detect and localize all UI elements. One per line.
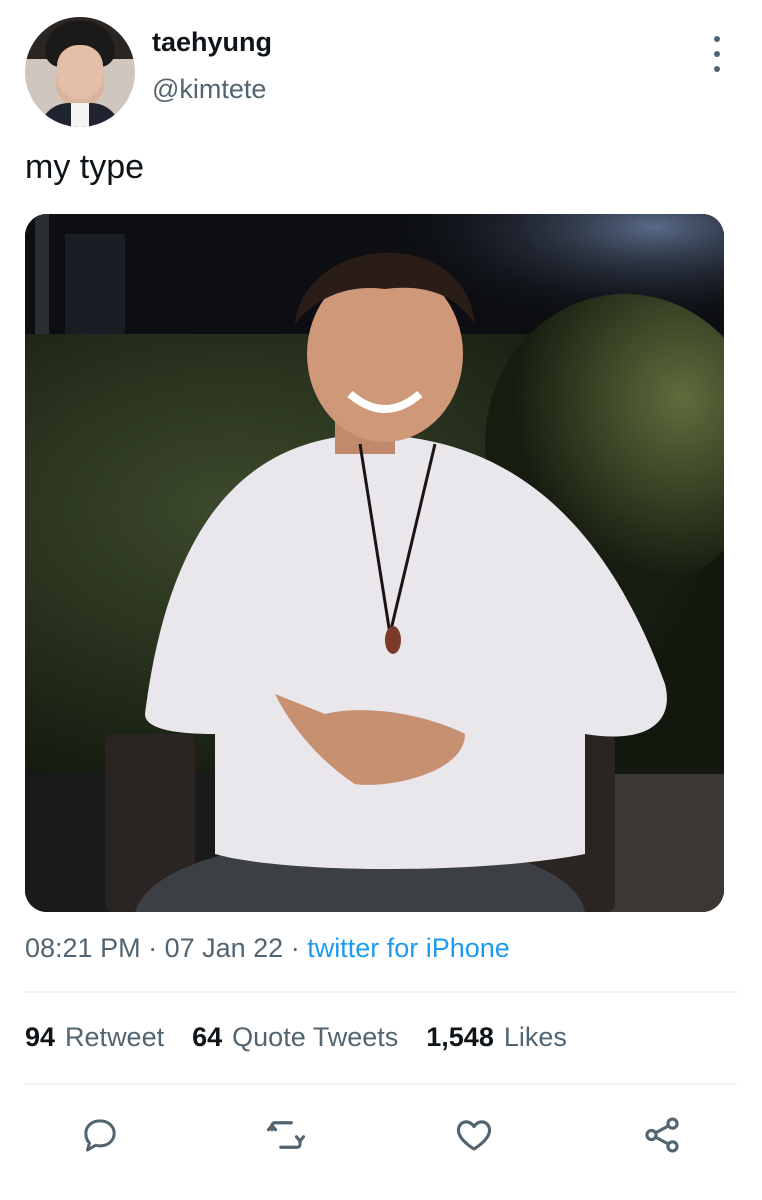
tweet-text: my type [25, 148, 145, 186]
author-handle[interactable]: @kimtete [152, 74, 266, 105]
likes-count: 1,548 [426, 1022, 494, 1052]
likes-stat[interactable]: 1,548 Likes [426, 1022, 567, 1053]
more-vertical-icon[interactable] [705, 36, 729, 72]
retweet-icon[interactable] [263, 1112, 309, 1158]
tweet-photo[interactable] [25, 214, 724, 912]
tweet-stats: 94 Retweet 64 Quote Tweets 1,548 Likes [25, 1022, 567, 1053]
heart-icon[interactable] [451, 1112, 497, 1158]
quotes-stat[interactable]: 64 Quote Tweets [192, 1022, 398, 1053]
reply-icon[interactable] [77, 1112, 123, 1158]
avatar[interactable] [25, 17, 135, 127]
tweet-timestamp[interactable]: 08:21 PM · 07 Jan 22 · twitter for iPhon… [25, 933, 510, 964]
author-display-name[interactable]: taehyung [152, 27, 272, 58]
separator: · [140, 933, 165, 963]
share-icon[interactable] [639, 1112, 685, 1158]
retweets-label: Retweet [65, 1022, 165, 1052]
tweet-date: 07 Jan 22 [164, 933, 284, 963]
tweet-actions [25, 1108, 737, 1164]
tweet-source[interactable]: twitter for iPhone [307, 933, 510, 963]
separator: · [283, 933, 308, 963]
tweet-time: 08:21 PM [25, 933, 141, 963]
likes-label: Likes [503, 1022, 567, 1052]
retweets-count: 94 [25, 1022, 56, 1052]
quotes-label: Quote Tweets [232, 1022, 399, 1052]
divider [25, 1083, 737, 1085]
divider [25, 991, 737, 993]
quotes-count: 64 [192, 1022, 223, 1052]
retweets-stat[interactable]: 94 Retweet [25, 1022, 164, 1053]
